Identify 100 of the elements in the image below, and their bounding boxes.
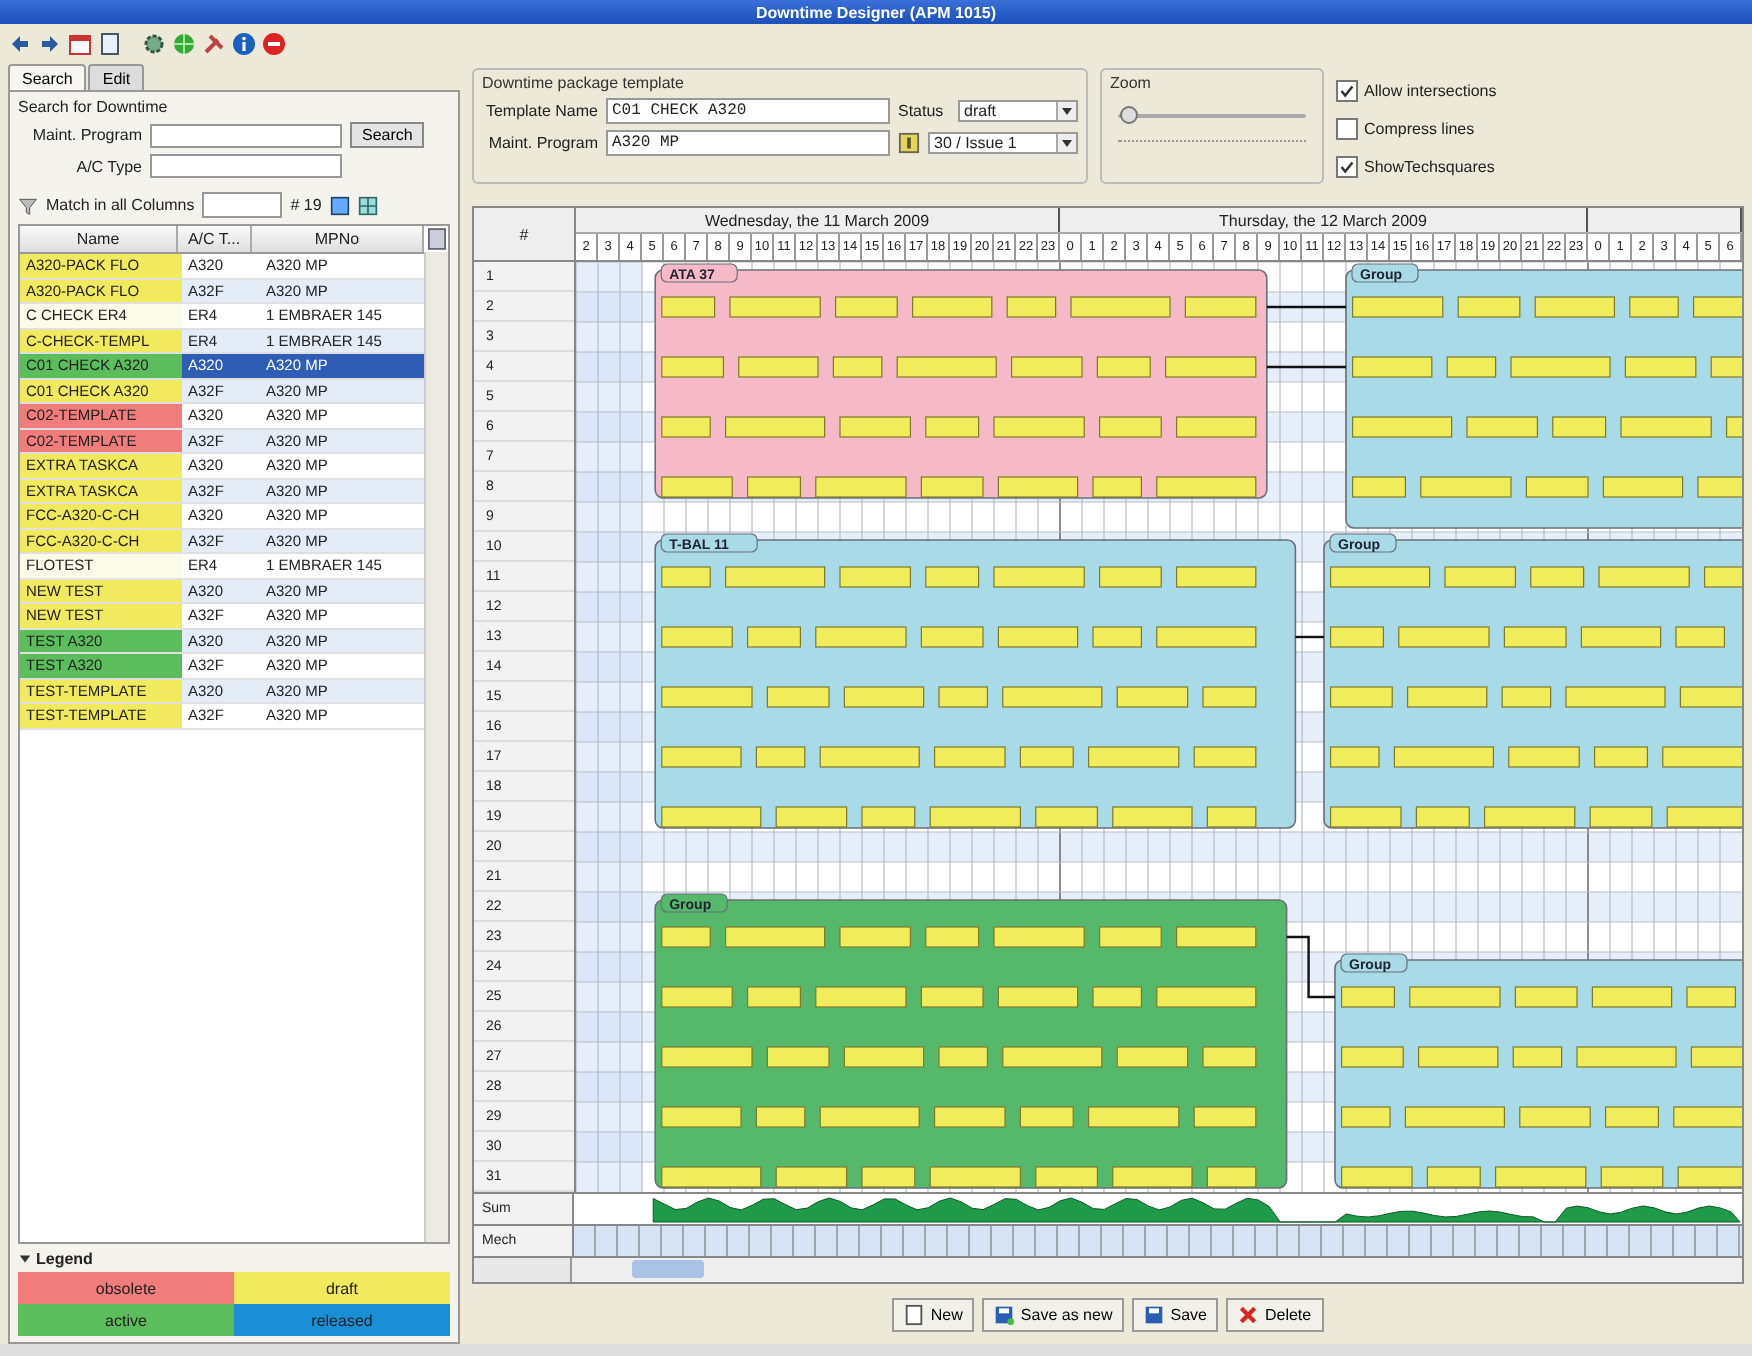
task-bar[interactable]: [661, 417, 711, 439]
task-bar[interactable]: [1407, 687, 1488, 709]
task-bar[interactable]: [1176, 567, 1257, 589]
task-bar[interactable]: [1495, 1167, 1587, 1189]
task-bar[interactable]: [1418, 1047, 1499, 1069]
task-bar[interactable]: [1112, 807, 1193, 829]
task-bar[interactable]: [1156, 627, 1257, 649]
task-bar[interactable]: [1019, 1107, 1074, 1129]
task-bar[interactable]: [1726, 417, 1742, 439]
task-bar[interactable]: [1176, 417, 1257, 439]
task-bar[interactable]: [920, 477, 984, 499]
undo-icon[interactable]: [8, 32, 32, 56]
task-bar[interactable]: [1330, 567, 1431, 589]
input-field[interactable]: [150, 154, 342, 178]
column-header[interactable]: Name: [20, 226, 178, 252]
task-bar[interactable]: [843, 1047, 925, 1069]
task-bar[interactable]: [819, 747, 920, 769]
task-bar[interactable]: [929, 807, 1021, 829]
task-bar[interactable]: [1096, 357, 1151, 379]
task-bar[interactable]: [938, 687, 988, 709]
task-bar[interactable]: [1624, 357, 1697, 379]
filter-field[interactable]: [202, 192, 283, 218]
task-bar[interactable]: [1398, 627, 1490, 649]
task-bar[interactable]: [934, 747, 1006, 769]
gear-icon[interactable]: [142, 32, 166, 56]
task-bar[interactable]: [1508, 747, 1580, 769]
task-bar[interactable]: [1099, 417, 1162, 439]
task-bar[interactable]: [1530, 567, 1585, 589]
task-bar[interactable]: [1514, 987, 1578, 1009]
task-bar[interactable]: [1686, 987, 1736, 1009]
task-bar[interactable]: [1697, 477, 1742, 499]
task-bar[interactable]: [929, 1167, 1021, 1189]
info-icon[interactable]: [232, 32, 256, 56]
scroll-left-button[interactable]: [474, 1258, 572, 1283]
task-bar[interactable]: [747, 477, 801, 499]
task-bar[interactable]: [661, 477, 733, 499]
tools-icon[interactable]: [202, 32, 226, 56]
task-bar[interactable]: [766, 687, 830, 709]
task-bar[interactable]: [1116, 1047, 1189, 1069]
task-bar[interactable]: [1420, 477, 1512, 499]
task-bar[interactable]: [1710, 357, 1742, 379]
tab[interactable]: Search: [8, 64, 87, 90]
task-bar[interactable]: [1006, 297, 1057, 319]
scrollbar[interactable]: [424, 252, 448, 1242]
task-bar[interactable]: [920, 987, 984, 1009]
task-bar[interactable]: [925, 567, 980, 589]
task-bar[interactable]: [815, 987, 907, 1009]
task-bar[interactable]: [661, 627, 733, 649]
task-bar[interactable]: [1088, 747, 1180, 769]
task-bar[interactable]: [1099, 567, 1162, 589]
task-bar[interactable]: [1675, 627, 1725, 649]
task-bar[interactable]: [1501, 687, 1552, 709]
caret-icon[interactable]: [18, 1252, 32, 1266]
action-button[interactable]: Delete: [1226, 1297, 1324, 1332]
column-header[interactable]: A/C T...: [178, 226, 252, 252]
task-bar[interactable]: [997, 477, 1079, 499]
task-bar[interactable]: [997, 627, 1079, 649]
checkbox[interactable]: [1336, 156, 1358, 178]
task-bar[interactable]: [661, 357, 724, 379]
task-bar[interactable]: [1092, 987, 1142, 1009]
task-bar[interactable]: [993, 417, 1085, 439]
checkbox[interactable]: [1336, 80, 1358, 102]
task-bar[interactable]: [661, 807, 762, 829]
task-bar[interactable]: [661, 1107, 742, 1129]
task-bar[interactable]: [661, 1047, 753, 1069]
task-bar[interactable]: [1580, 627, 1662, 649]
caret-icon[interactable]: [1056, 134, 1076, 152]
task-bar[interactable]: [839, 927, 911, 949]
task-bar[interactable]: [1620, 417, 1712, 439]
grid-icon[interactable]: [357, 195, 378, 215]
task-bar[interactable]: [725, 927, 826, 949]
task-bar[interactable]: [1202, 687, 1257, 709]
tab[interactable]: Edit: [88, 64, 145, 90]
task-bar[interactable]: [1341, 1047, 1404, 1069]
task-bar[interactable]: [1444, 567, 1516, 589]
task-bar[interactable]: [832, 357, 883, 379]
document-icon[interactable]: [98, 32, 122, 56]
task-bar[interactable]: [815, 627, 907, 649]
task-bar[interactable]: [661, 987, 733, 1009]
filter-icon[interactable]: [18, 195, 38, 215]
caret-icon[interactable]: [1056, 102, 1076, 120]
task-bar[interactable]: [747, 627, 801, 649]
task-bar[interactable]: [725, 567, 826, 589]
issue-dropdown[interactable]: 30 / Issue 1: [928, 132, 1078, 154]
status-dropdown[interactable]: draft: [958, 100, 1078, 122]
task-bar[interactable]: [755, 747, 806, 769]
task-bar[interactable]: [925, 417, 980, 439]
task-bar[interactable]: [1457, 297, 1521, 319]
search-button[interactable]: Search: [350, 122, 425, 148]
task-bar[interactable]: [729, 297, 821, 319]
task-bar[interactable]: [1589, 807, 1653, 829]
task-bar[interactable]: [1330, 747, 1380, 769]
task-bar[interactable]: [1525, 477, 1589, 499]
task-bar[interactable]: [1035, 807, 1098, 829]
task-bar[interactable]: [1156, 477, 1257, 499]
task-bar[interactable]: [1565, 687, 1666, 709]
task-bar[interactable]: [747, 987, 801, 1009]
task-bar[interactable]: [661, 927, 711, 949]
task-bar[interactable]: [1510, 357, 1611, 379]
task-bar[interactable]: [1393, 747, 1494, 769]
